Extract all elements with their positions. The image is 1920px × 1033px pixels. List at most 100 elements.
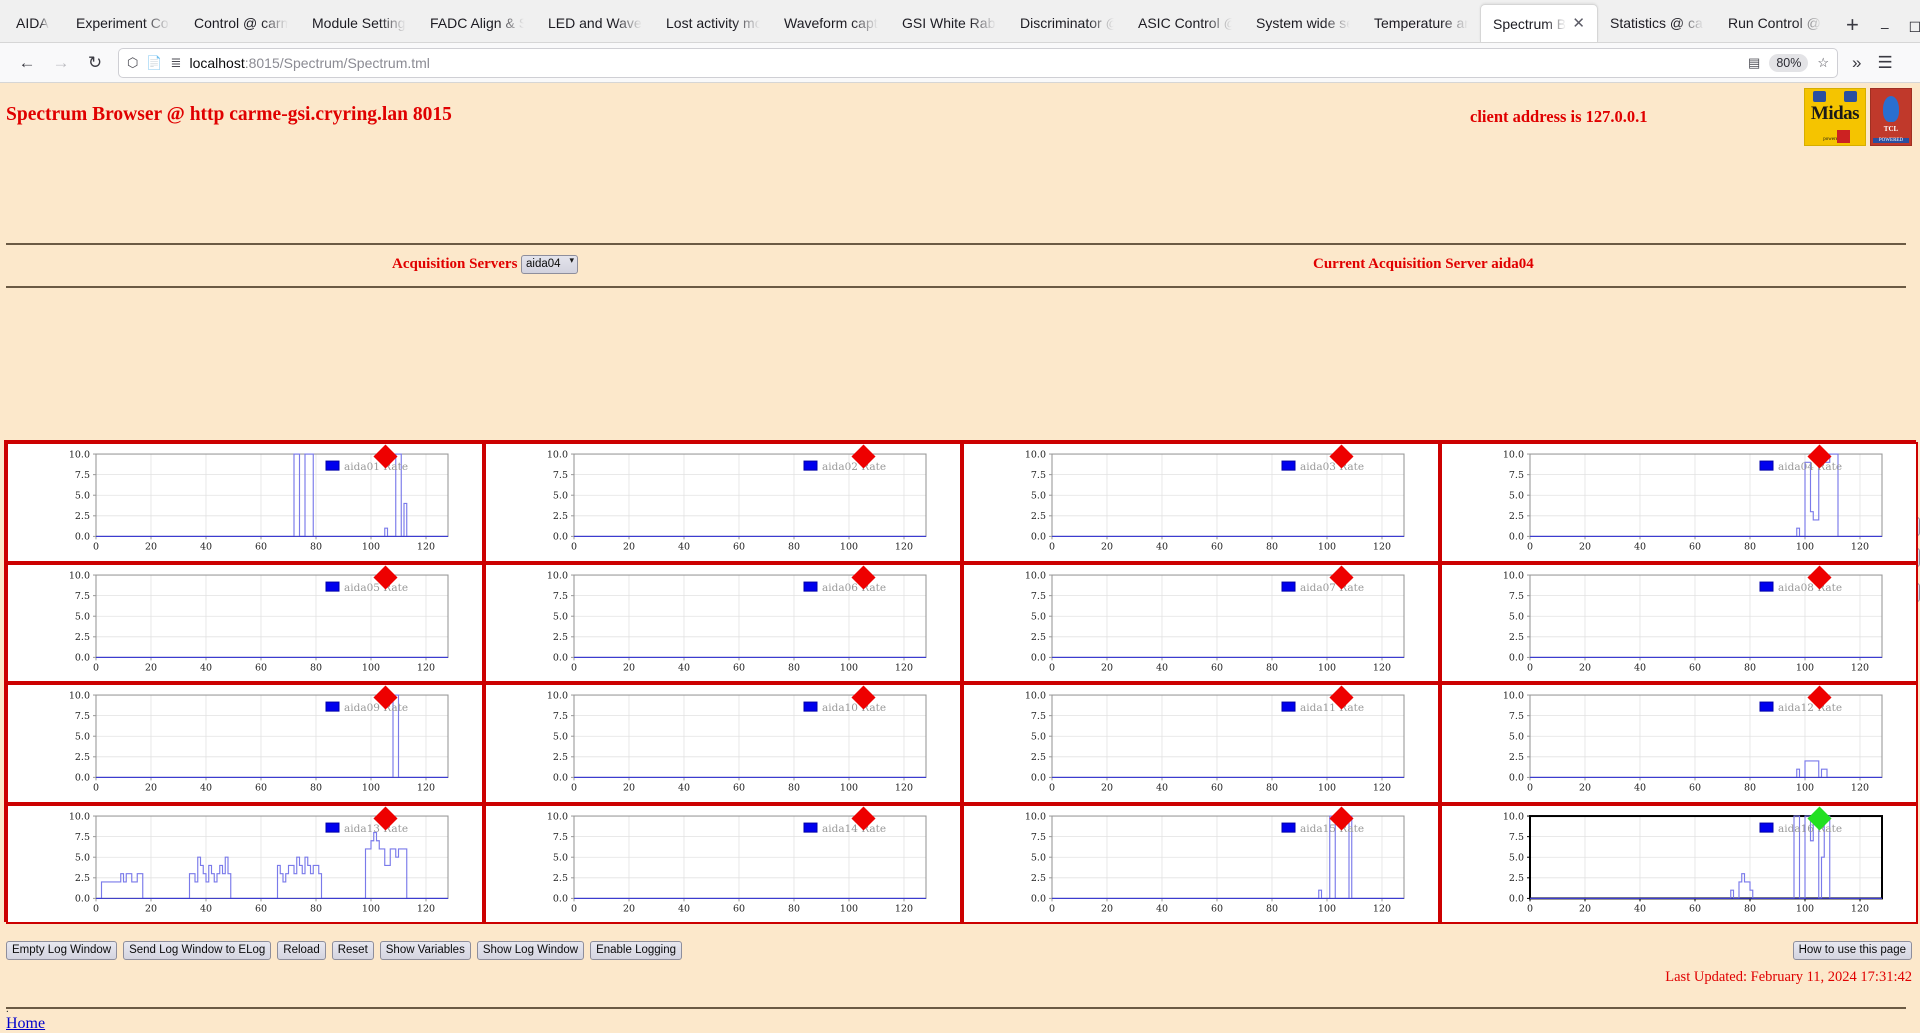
browser-tab[interactable]: Lost activity monitor @ carme <box>654 4 772 42</box>
browser-tab[interactable]: Module Settings @ carme-gsi <box>300 4 418 42</box>
zoom-level-badge[interactable]: 80% <box>1769 53 1809 72</box>
svg-text:80: 80 <box>1266 541 1278 552</box>
browser-tab[interactable]: Temperature and Voltage @ ca <box>1362 4 1480 42</box>
browser-tab[interactable]: Control @ carme-gsi.cryring.lan <box>182 4 300 42</box>
browser-tab[interactable]: System wide settings @ carme <box>1244 4 1362 42</box>
bookmark-star-icon[interactable]: ☆ <box>1817 55 1829 71</box>
svg-text:7.5: 7.5 <box>553 470 568 481</box>
browser-tab[interactable]: Run Control @ carme-gsi.cryr <box>1716 4 1834 42</box>
forward-button[interactable]: → <box>44 48 78 78</box>
acquisition-server-select[interactable]: aida04 <box>521 255 578 274</box>
footer-button[interactable]: Empty Log Window <box>6 941 118 960</box>
spectrum-plot: 0 20 40 60 80 100 120 0.0 2.5 5.0 7.5 10.0 aida09 Ra… <box>69 690 449 793</box>
browser-tab[interactable]: Discriminator @ carme-gsi <box>1008 4 1126 42</box>
svg-text:0.0: 0.0 <box>1509 773 1524 784</box>
svg-text:100: 100 <box>1318 541 1336 552</box>
footer-button[interactable]: Enable Logging <box>590 941 683 960</box>
browser-tab-title: AIDA <box>16 15 49 31</box>
spectrum-cell[interactable]: 0 20 40 60 80 100 120 0.0 2.5 5.0 7.5 10.0 aida05 Ra… <box>6 562 484 683</box>
browser-tab[interactable]: Experiment Control @ carme-gsi <box>64 4 182 42</box>
spectrum-cell[interactable]: 0 20 40 60 80 100 120 0.0 2.5 5.0 7.5 10.0 aida02 Ra… <box>484 442 962 563</box>
browser-tab[interactable]: Statistics @ carme-gsi.cryring <box>1598 4 1716 42</box>
svg-text:120: 120 <box>895 662 913 673</box>
plot-container: 0 20 40 60 80 100 120 0.0 2.5 5.0 7.5 10.0 aida01 Ra… <box>8 444 482 561</box>
footer-button[interactable]: Send Log Window to ELog <box>123 941 272 960</box>
svg-text:100: 100 <box>840 662 858 673</box>
footer-button[interactable]: Reset <box>331 941 374 960</box>
footer-button[interactable]: Show Variables <box>379 941 471 960</box>
svg-text:2.5: 2.5 <box>553 873 568 884</box>
new-tab-button[interactable]: + <box>1834 12 1871 42</box>
spectrum-cell[interactable]: 0 20 40 60 80 100 120 0.0 2.5 5.0 7.5 10.0 aida12 Ra… <box>1440 683 1918 804</box>
home-link[interactable]: Home <box>6 1015 45 1033</box>
svg-text:0: 0 <box>1049 662 1055 673</box>
svg-text:7.5: 7.5 <box>1509 470 1524 481</box>
svg-text:aida04 Rate: aida04 Rate <box>1778 461 1842 473</box>
plot-container: 0 20 40 60 80 100 120 0.0 2.5 5.0 7.5 10.0 aida12 Ra… <box>1442 685 1916 802</box>
footer-button[interactable]: Reload <box>277 941 326 960</box>
spectrum-cell[interactable]: 0 20 40 60 80 100 120 0.0 2.5 5.0 7.5 10.0 aida13 Ra… <box>6 803 484 924</box>
window-minimize-button[interactable]: – <box>1881 20 1889 34</box>
reader-mode-icon[interactable]: ▤ <box>1748 55 1760 71</box>
svg-text:0.0: 0.0 <box>1509 893 1524 904</box>
browser-tab-title: Temperature and Voltage @ ca <box>1374 15 1468 31</box>
svg-text:10.0: 10.0 <box>1025 449 1046 460</box>
svg-text:40: 40 <box>200 662 212 673</box>
svg-text:100: 100 <box>840 541 858 552</box>
spectrum-cell[interactable]: 0 20 40 60 80 100 120 0.0 2.5 5.0 7.5 10.0 aida06 Ra… <box>484 562 962 683</box>
tab-close-icon[interactable]: ✕ <box>1572 16 1585 31</box>
svg-text:10.0: 10.0 <box>1503 811 1524 822</box>
browser-tab[interactable]: ASIC Control @ carme-gsi <box>1126 4 1244 42</box>
svg-text:aida03 Rate: aida03 Rate <box>1300 461 1364 473</box>
browser-tab[interactable]: LED and Waveform @ carme-gsi <box>536 4 654 42</box>
browser-tab[interactable]: AIDA <box>4 4 64 42</box>
svg-text:7.5: 7.5 <box>553 590 568 601</box>
spectrum-cell[interactable]: 0 20 40 60 80 100 120 0.0 2.5 5.0 7.5 10.0 aida16 Ra… <box>1440 803 1918 924</box>
svg-text:60: 60 <box>1689 662 1701 673</box>
svg-text:0: 0 <box>1049 903 1055 914</box>
svg-text:aida09 Rate: aida09 Rate <box>344 702 408 714</box>
shield-icon: ⬡ <box>127 54 139 70</box>
svg-text:20: 20 <box>1579 782 1591 793</box>
spectrum-cell[interactable]: 0 20 40 60 80 100 120 0.0 2.5 5.0 7.5 10.0 aida01 Ra… <box>6 442 484 563</box>
spectrum-cell[interactable]: 0 20 40 60 80 100 120 0.0 2.5 5.0 7.5 10.0 aida07 Ra… <box>962 562 1440 683</box>
spectrum-cell[interactable]: 0 20 40 60 80 100 120 0.0 2.5 5.0 7.5 10.0 aida03 Ra… <box>962 442 1440 563</box>
how-to-use-this-page-button[interactable]: How to use this page <box>1792 941 1912 960</box>
svg-text:20: 20 <box>145 541 157 552</box>
footer-button[interactable]: Show Log Window <box>476 941 585 960</box>
spectrum-cell[interactable]: 0 20 40 60 80 100 120 0.0 2.5 5.0 7.5 10.0 aida08 Ra… <box>1440 562 1918 683</box>
spectrum-cell[interactable]: 0 20 40 60 80 100 120 0.0 2.5 5.0 7.5 10.0 aida14 Ra… <box>484 803 962 924</box>
midas-badge-right <box>1844 91 1857 102</box>
svg-text:2.5: 2.5 <box>553 511 568 522</box>
spectrum-cell[interactable]: 0 20 40 60 80 100 120 0.0 2.5 5.0 7.5 10.0 aida04 Ra… <box>1440 442 1918 563</box>
svg-text:20: 20 <box>623 782 635 793</box>
plot-container: 0 20 40 60 80 100 120 0.0 2.5 5.0 7.5 10.0 aida07 Ra… <box>964 564 1438 682</box>
svg-text:80: 80 <box>1744 662 1756 673</box>
browser-tab[interactable]: Spectrum Browser @ carme-gsi ✕ <box>1480 4 1598 42</box>
spectrum-cell[interactable]: 0 20 40 60 80 100 120 0.0 2.5 5.0 7.5 10.0 aida09 Ra… <box>6 683 484 804</box>
midas-flame-icon <box>1837 130 1850 143</box>
spectrum-cell[interactable]: 0 20 40 60 80 100 120 0.0 2.5 5.0 7.5 10.0 aida10 Ra… <box>484 683 962 804</box>
spectrum-cell[interactable]: 0 20 40 60 80 100 120 0.0 2.5 5.0 7.5 10.0 aida15 Ra… <box>962 803 1440 924</box>
spectrum-cell[interactable]: 0 20 40 60 80 100 120 0.0 2.5 5.0 7.5 10.0 aida11 Ra… <box>962 683 1440 804</box>
hamburger-menu-icon[interactable]: ☰ <box>1877 53 1892 73</box>
control-panel: Spectrum Name: Select a spectrum multi S… <box>0 291 1920 638</box>
back-button[interactable]: ← <box>10 48 44 78</box>
overflow-menu-icon[interactable]: » <box>1852 53 1861 73</box>
url-bar[interactable]: ⬡ 📄 ≣ localhost:8015/Spectrum/Spectrum.t… <box>118 47 1838 78</box>
browser-tab-title: Experiment Control @ carme-gsi <box>76 15 170 31</box>
svg-text:aida02 Rate: aida02 Rate <box>822 461 886 473</box>
svg-text:5.0: 5.0 <box>1031 852 1046 863</box>
svg-text:5.0: 5.0 <box>1509 852 1524 863</box>
svg-text:40: 40 <box>1156 782 1168 793</box>
window-maximize-button[interactable]: ☐ <box>1909 20 1920 34</box>
spectrum-plot: 0 20 40 60 80 100 120 0.0 2.5 5.0 7.5 10.0 aida03 Ra… <box>1025 449 1405 552</box>
browser-tab[interactable]: FADC Align & Scan @ carme-gsi <box>418 4 536 42</box>
spectrum-plot: 0 20 40 60 80 100 120 0.0 2.5 5.0 7.5 10.0 aida06 Ra… <box>547 570 927 673</box>
browser-tab[interactable]: Waveform capture @ carme-gsi <box>772 4 890 42</box>
svg-text:100: 100 <box>840 903 858 914</box>
browser-tab[interactable]: GSI White Rabbit @ carme-gsi <box>890 4 1008 42</box>
svg-text:40: 40 <box>1634 903 1646 914</box>
reload-button[interactable]: ↻ <box>78 48 112 78</box>
spectra-gallery: 0 20 40 60 80 100 120 0.0 2.5 5.0 7.5 10.0 aida01 Ra… <box>4 440 1918 924</box>
